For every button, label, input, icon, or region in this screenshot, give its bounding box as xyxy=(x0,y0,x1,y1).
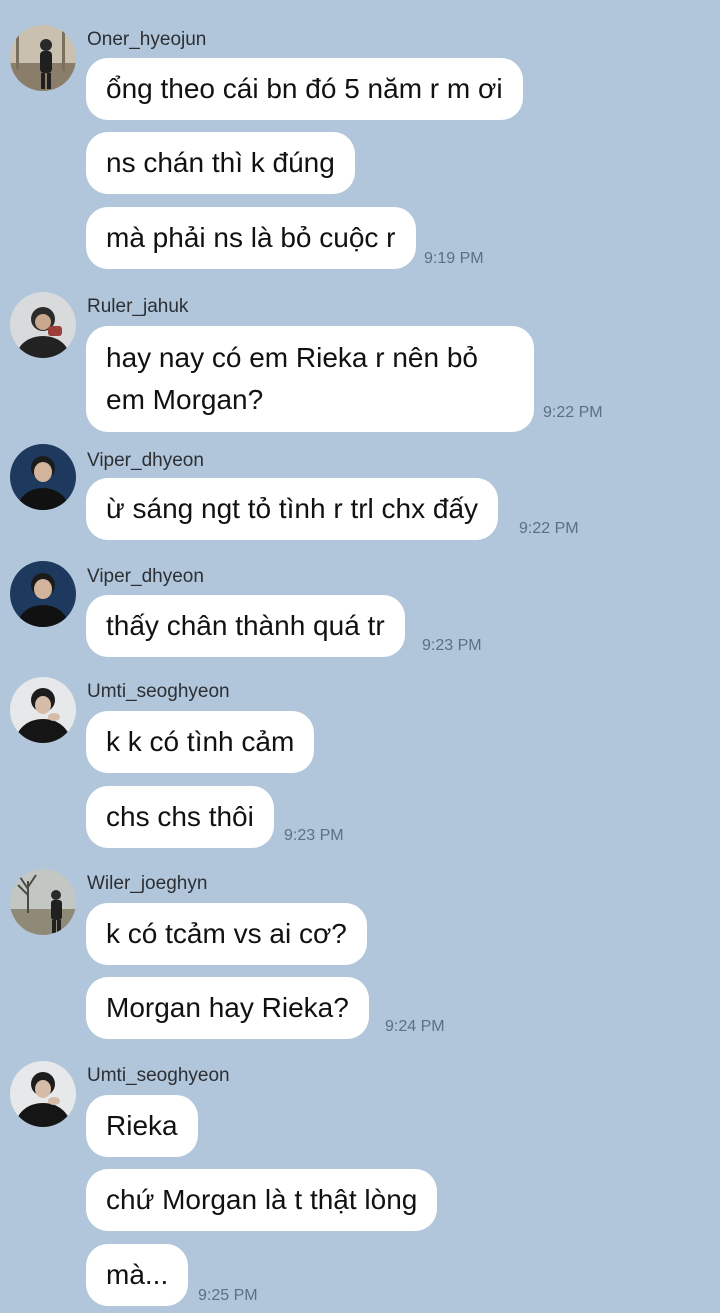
message-timestamp: 9:25 PM xyxy=(198,1287,258,1304)
message-bubble[interactable]: k có tcảm vs ai cơ? xyxy=(86,903,367,965)
avatar[interactable] xyxy=(10,292,76,358)
user-photo-icon xyxy=(10,25,76,91)
user-photo-icon xyxy=(10,561,76,627)
user-photo-icon xyxy=(10,677,76,743)
message-bubble[interactable]: hay nay có em Rieka r nên bỏ em Morgan? xyxy=(86,326,534,432)
message-timestamp: 9:23 PM xyxy=(284,827,344,844)
message-timestamp: 9:23 PM xyxy=(422,637,482,654)
sender-name: Viper_dhyeon xyxy=(87,450,204,471)
message-bubble[interactable]: Rieka xyxy=(86,1095,198,1157)
sender-name: Umti_seoghyeon xyxy=(87,681,230,702)
message-timestamp: 9:24 PM xyxy=(385,1018,445,1035)
message-bubble[interactable]: thấy chân thành quá tr xyxy=(86,595,405,657)
user-photo-icon xyxy=(10,1061,76,1127)
sender-name: Viper_dhyeon xyxy=(87,566,204,587)
message-bubble[interactable]: k k có tình cảm xyxy=(86,711,315,773)
avatar[interactable] xyxy=(10,561,76,627)
sender-name: Umti_seoghyeon xyxy=(87,1065,230,1086)
sender-name: Oner_hyeojun xyxy=(87,29,207,50)
avatar[interactable] xyxy=(10,25,76,91)
avatar[interactable] xyxy=(10,869,76,935)
message-bubble[interactable]: chs chs thôi xyxy=(86,786,274,848)
message-timestamp: 9:22 PM xyxy=(543,404,603,421)
avatar[interactable] xyxy=(10,677,76,743)
message-bubble[interactable]: mà... xyxy=(86,1244,189,1306)
sender-name: Ruler_jahuk xyxy=(87,296,189,317)
user-photo-icon xyxy=(10,444,76,510)
message-timestamp: 9:22 PM xyxy=(519,520,579,537)
sender-name: Wiler_joeghyn xyxy=(87,873,208,894)
user-photo-icon xyxy=(10,869,76,935)
avatar[interactable] xyxy=(10,1061,76,1127)
chat-view: Oner_hyeojun ổng theo cái bn đó 5 năm r … xyxy=(0,0,720,1313)
user-photo-icon xyxy=(10,292,76,358)
message-bubble[interactable]: ừ sáng ngt tỏ tình r trl chx đấy xyxy=(86,478,499,540)
avatar[interactable] xyxy=(10,444,76,510)
message-timestamp: 9:19 PM xyxy=(424,250,484,267)
message-bubble[interactable]: chứ Morgan là t thật lòng xyxy=(86,1169,438,1231)
message-bubble[interactable]: mà phải ns là bỏ cuộc r xyxy=(86,207,416,269)
message-bubble[interactable]: ns chán thì k đúng xyxy=(86,132,355,194)
message-bubble[interactable]: ổng theo cái bn đó 5 năm r m ơi xyxy=(86,58,523,120)
message-bubble[interactable]: Morgan hay Rieka? xyxy=(86,977,369,1039)
